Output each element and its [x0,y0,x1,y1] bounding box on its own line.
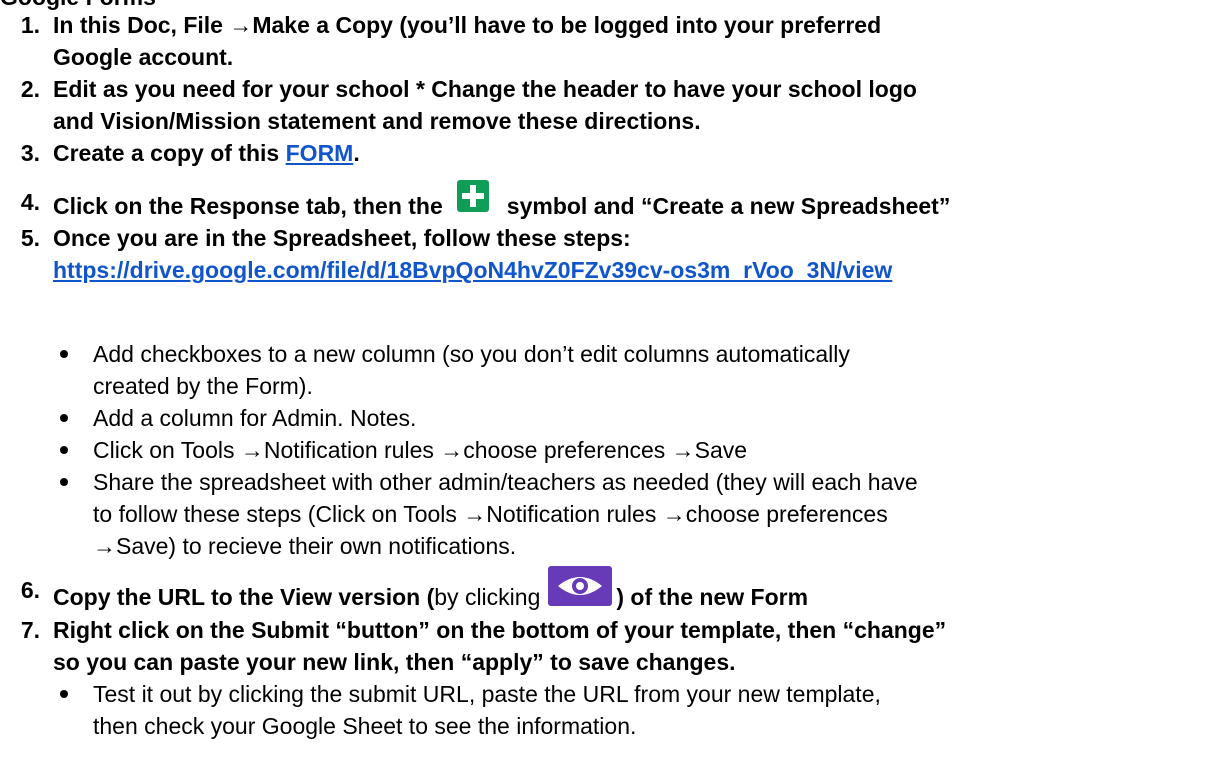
step-line: Once you are in the Spreadsheet, follow … [53,225,631,251]
bullet-line: Add a column for Admin. Notes. [93,405,417,431]
step-number: 6. [20,577,40,603]
step-line: Edit as you need for your school * Chang… [53,76,917,102]
bullet-line: Add checkboxes to a new column (so you d… [93,341,850,367]
step-text: symbol and “Create a new Spreadsheet” [506,193,951,219]
bullet-item: Share the spreadsheet with other admin/t… [0,466,1205,562]
spacer [0,169,1190,186]
green-plus-square-icon [456,180,489,218]
step-number: 7. [20,617,40,643]
step-5-bullets-block: Add checkboxes to a new column (so you d… [0,338,1205,742]
step-line: In this Doc, File →Make a Copy (you’ll h… [53,12,882,38]
bullet-line: to follow these steps (Click on Tools →N… [93,501,888,527]
step-5-bullets: Add checkboxes to a new column (so you d… [0,338,1205,562]
bullet-dot-icon [60,414,68,422]
bullet-dot-icon [60,350,68,358]
step-text: Copy the URL to the View version ( [53,584,435,610]
bullet-line: then check your Google Sheet to see the … [93,713,637,739]
step-number: 1. [20,12,40,38]
bullet-dot-icon [60,446,68,454]
step-line: Google account. [53,44,234,70]
bullet-item: Click on Tools →Notification rules →choo… [0,434,1205,466]
step-text: Click on the Response tab, then the [53,193,443,219]
step-4: 4. Click on the Response tab, then the sy… [0,180,1190,222]
step-number: 5. [20,225,40,251]
step-text: ) of the new Form [616,584,809,610]
drive-video-link[interactable]: https://drive.google.com/file/d/18BvpQoN… [53,257,892,283]
step-text: . [353,140,360,166]
step-7-bullets: Test it out by clicking the submit URL, … [0,678,1205,742]
bullet-line: created by the Form). [93,373,313,399]
form-link[interactable]: FORM [286,140,354,166]
step-6: 6. Copy the URL to the View version (by … [0,566,1190,614]
step-number: 3. [20,140,40,166]
step-2: 2. Edit as you need for your school * Ch… [0,73,1190,137]
instruction-steps: 1. In this Doc, File →Make a Copy (you’l… [0,9,1190,286]
instruction-steps-continued: 6. Copy the URL to the View version (by … [0,566,1190,678]
step-text: by clicking [434,584,541,610]
step-number: 4. [20,189,40,215]
bullet-item: Add checkboxes to a new column (so you d… [0,338,1205,402]
step-3: 3. Create a copy of this FORM. [0,137,1190,169]
step-line: Right click on the Submit “button” on th… [53,617,947,643]
step-number: 2. [20,76,40,102]
step-line: so you can paste your new link, then “ap… [53,649,736,675]
step-line: and Vision/Mission statement and remove … [53,108,701,134]
bullet-dot-icon [60,690,68,698]
step-text: Create a copy of this [53,140,286,166]
step-5: 5. Once you are in the Spreadsheet, foll… [0,222,1190,286]
step-7: 7. Right click on the Submit “button” on… [0,614,1190,678]
bullet-line: Share the spreadsheet with other admin/t… [93,469,918,495]
step-1: 1. In this Doc, File →Make a Copy (you’l… [0,9,1190,73]
purple-eye-icon [548,566,613,614]
bullet-dot-icon [60,478,68,486]
bullet-line: Click on Tools →Notification rules →choo… [93,437,748,463]
bullet-item: Test it out by clicking the submit URL, … [0,678,1205,742]
bullet-item: Add a column for Admin. Notes. [0,402,1205,434]
bullet-line: →Save) to recieve their own notification… [93,533,517,559]
bullet-line: Test it out by clicking the submit URL, … [93,681,881,707]
